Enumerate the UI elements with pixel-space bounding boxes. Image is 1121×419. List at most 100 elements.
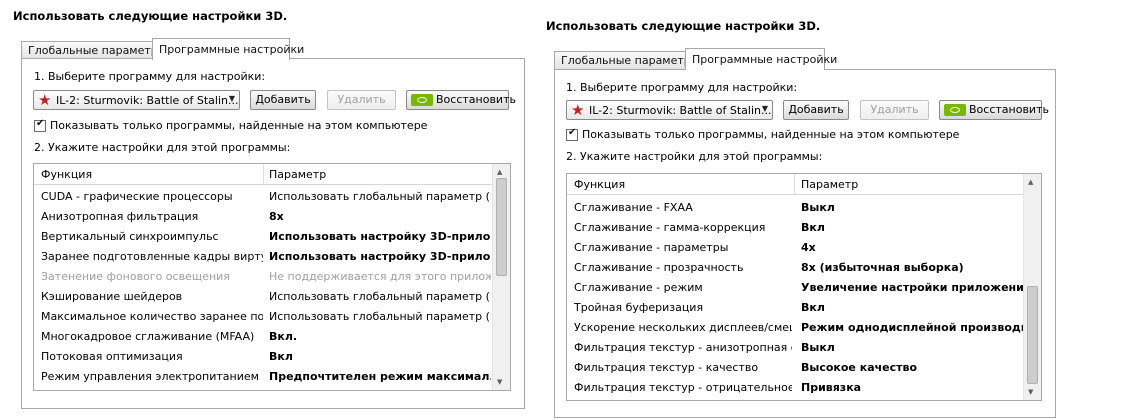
- remove-button[interactable]: Удалить: [860, 100, 929, 120]
- remove-button[interactable]: Удалить: [327, 90, 396, 110]
- parameter-cell: Вкл.: [269, 330, 298, 343]
- function-cell: Кэширование шейдеров: [41, 290, 183, 303]
- function-cell: Сглаживание - режим: [574, 281, 703, 294]
- tab-program-settings[interactable]: Программные настройки: [152, 38, 304, 60]
- nvidia-logo-icon: [411, 94, 433, 106]
- tab-global-settings[interactable]: Глобальные параметры: [554, 51, 699, 70]
- settings-table: Функция Параметр CUDA - графические проц…: [33, 163, 511, 391]
- table-row[interactable]: Фильтрация текстур - качество Высокое кач…: [567, 357, 1024, 377]
- parameter-cell: Привязка: [801, 381, 862, 394]
- table-header: Функция Параметр: [34, 164, 493, 185]
- scroll-down-arrow-icon[interactable]: ▼: [1028, 388, 1033, 396]
- table-row[interactable]: Тройная буферизация Вкл: [567, 297, 1024, 317]
- function-cell: Многокадровое сглаживание (MFAA): [41, 330, 255, 343]
- table-row[interactable]: Максимальное количество заранее под... Ис…: [34, 306, 493, 326]
- parameter-cell: 8x: [269, 210, 284, 223]
- parameter-cell: Режим однодисплейной производи...: [801, 321, 1023, 334]
- restore-button[interactable]: Восстановить: [939, 100, 1049, 120]
- function-cell: CUDA - графические процессоры: [41, 190, 233, 203]
- table-row[interactable]: Ускорение нескольких дисплеев/смеша... Ре…: [567, 317, 1024, 337]
- parameter-cell: Использовать глобальный параметр (И...: [269, 310, 491, 323]
- scroll-down-arrow-icon[interactable]: ▼: [497, 378, 502, 386]
- parameter-cell: Вкл: [801, 221, 825, 234]
- chevron-down-icon: ▼: [761, 104, 768, 113]
- parameter-cell: Выкл: [801, 341, 835, 354]
- parameter-cell: Увеличение настройки приложения: [801, 281, 1023, 294]
- add-button[interactable]: Добавить: [783, 100, 849, 120]
- column-divider[interactable]: [263, 164, 264, 184]
- parameter-cell: Использовать глобальный параметр (Все): [269, 190, 491, 203]
- restore-button-label: Восстановить: [436, 93, 516, 106]
- scroll-up-arrow-icon[interactable]: ▲: [1028, 178, 1033, 186]
- tab-program-settings[interactable]: Программные настройки: [685, 48, 837, 70]
- table-header: Функция Параметр: [567, 174, 1024, 195]
- add-button[interactable]: Добавить: [250, 90, 316, 110]
- table-row[interactable]: Фильтрация текстур - анизотропная оп... В…: [567, 337, 1024, 357]
- column-header-function[interactable]: Функция: [574, 178, 625, 191]
- scroll-up-arrow-icon[interactable]: ▲: [497, 168, 502, 176]
- function-cell: Фильтрация текстур - качество: [574, 361, 759, 374]
- chevron-down-icon: ▼: [228, 94, 235, 103]
- table-row: Затенение фонового освещения Не поддержив…: [34, 266, 493, 286]
- table-row[interactable]: Потоковая оптимизация Вкл: [34, 346, 493, 366]
- restore-button[interactable]: Восстановить: [406, 90, 516, 110]
- function-cell: Затенение фонового освещения: [41, 270, 230, 283]
- table-row[interactable]: Фильтрация текстур - отрицательное о... П…: [567, 377, 1024, 397]
- tab-bar: Глобальные параметры Программные настрой…: [554, 48, 854, 70]
- parameter-cell: Использовать настройку 3D-прило...: [269, 230, 491, 243]
- table-row[interactable]: Сглаживание - прозрачность 8x (избыточная…: [567, 257, 1024, 277]
- show-found-programs-label: Показывать только программы, найденные н…: [582, 128, 960, 141]
- parameter-cell: 4x: [801, 241, 816, 254]
- column-divider[interactable]: [794, 174, 795, 194]
- step1-label: 1. Выберите программу для настройки:: [566, 81, 798, 94]
- column-header-function[interactable]: Функция: [41, 168, 92, 181]
- table-row[interactable]: Режим управления электропитанием Предпочт…: [34, 366, 493, 386]
- star-icon: ★: [571, 101, 585, 119]
- parameter-cell: Не поддерживается для этого приложе...: [269, 270, 491, 283]
- scrollbar-thumb[interactable]: [496, 178, 507, 276]
- function-cell: Максимальное количество заранее под...: [41, 310, 263, 323]
- restore-button-label: Восстановить: [969, 103, 1049, 116]
- vertical-scrollbar[interactable]: ▲ ▼: [1023, 174, 1041, 400]
- parameter-cell: Высокое качество: [801, 361, 918, 374]
- function-cell: Потоковая оптимизация: [41, 350, 183, 363]
- table-row[interactable]: Вертикальный синхроимпульс Использовать н…: [34, 226, 493, 246]
- function-cell: Вертикальный синхроимпульс: [41, 230, 219, 243]
- parameter-cell: Вкл: [269, 350, 293, 363]
- settings-panel-right: Использовать следующие настройки 3D. Гло…: [533, 8, 1121, 419]
- parameter-cell: Вкл: [801, 301, 825, 314]
- vertical-scrollbar[interactable]: ▲ ▼: [492, 164, 510, 390]
- function-cell: Тройная буферизация: [574, 301, 704, 314]
- function-cell: Ускорение нескольких дисплеев/смеша...: [574, 321, 792, 334]
- program-dropdown[interactable]: ★ IL-2: Sturmovik: Battle of Stalin... ▼: [566, 100, 773, 120]
- function-cell: Режим управления электропитанием: [41, 370, 259, 383]
- star-icon: ★: [38, 91, 52, 109]
- table-row[interactable]: Сглаживание - параметры 4x: [567, 237, 1024, 257]
- step2-label: 2. Укажите настройки для этой программы:: [566, 150, 823, 163]
- table-row[interactable]: Анизотропная фильтрация 8x: [34, 206, 493, 226]
- tab-content: 1. Выберите программу для настройки: ★ I…: [554, 69, 1056, 418]
- program-dropdown-value: IL-2: Sturmovik: Battle of Stalin...: [589, 104, 772, 117]
- show-found-programs-checkbox[interactable]: [566, 127, 578, 141]
- table-row[interactable]: Сглаживание - режим Увеличение настройки …: [567, 277, 1024, 297]
- parameter-cell: Предпочтителен режим максимал...: [269, 370, 491, 383]
- parameter-cell: Использовать глобальный параметр (В...: [269, 290, 491, 303]
- table-row[interactable]: Сглаживание - FXAA Выкл: [567, 197, 1024, 217]
- function-cell: Сглаживание - параметры: [574, 241, 729, 254]
- function-cell: Фильтрация текстур - анизотропная оп...: [574, 341, 792, 354]
- column-header-parameter[interactable]: Параметр: [801, 178, 858, 191]
- show-found-programs-checkbox[interactable]: [34, 118, 46, 132]
- table-row[interactable]: Сглаживание - гамма-коррекция Вкл: [567, 217, 1024, 237]
- tab-bar: Глобальные параметры Программные настрой…: [21, 38, 321, 60]
- table-row[interactable]: Многокадровое сглаживание (MFAA) Вкл.: [34, 326, 493, 346]
- table-row[interactable]: CUDA - графические процессоры Использоват…: [34, 186, 493, 206]
- table-row[interactable]: Кэширование шейдеров Использовать глобаль…: [34, 286, 493, 306]
- column-header-parameter[interactable]: Параметр: [269, 168, 326, 181]
- scrollbar-thumb[interactable]: [1027, 286, 1038, 384]
- program-dropdown[interactable]: ★ IL-2: Sturmovik: Battle of Stalin... ▼: [33, 90, 240, 110]
- tab-content: 1. Выберите программу для настройки: ★ I…: [21, 58, 525, 409]
- table-row[interactable]: Заранее подготовленные кадры вирту... Исп…: [34, 246, 493, 266]
- parameter-cell: Выкл: [801, 201, 835, 214]
- function-cell: Заранее подготовленные кадры вирту...: [41, 250, 263, 263]
- parameter-cell: 8x (избыточная выборка): [801, 261, 964, 274]
